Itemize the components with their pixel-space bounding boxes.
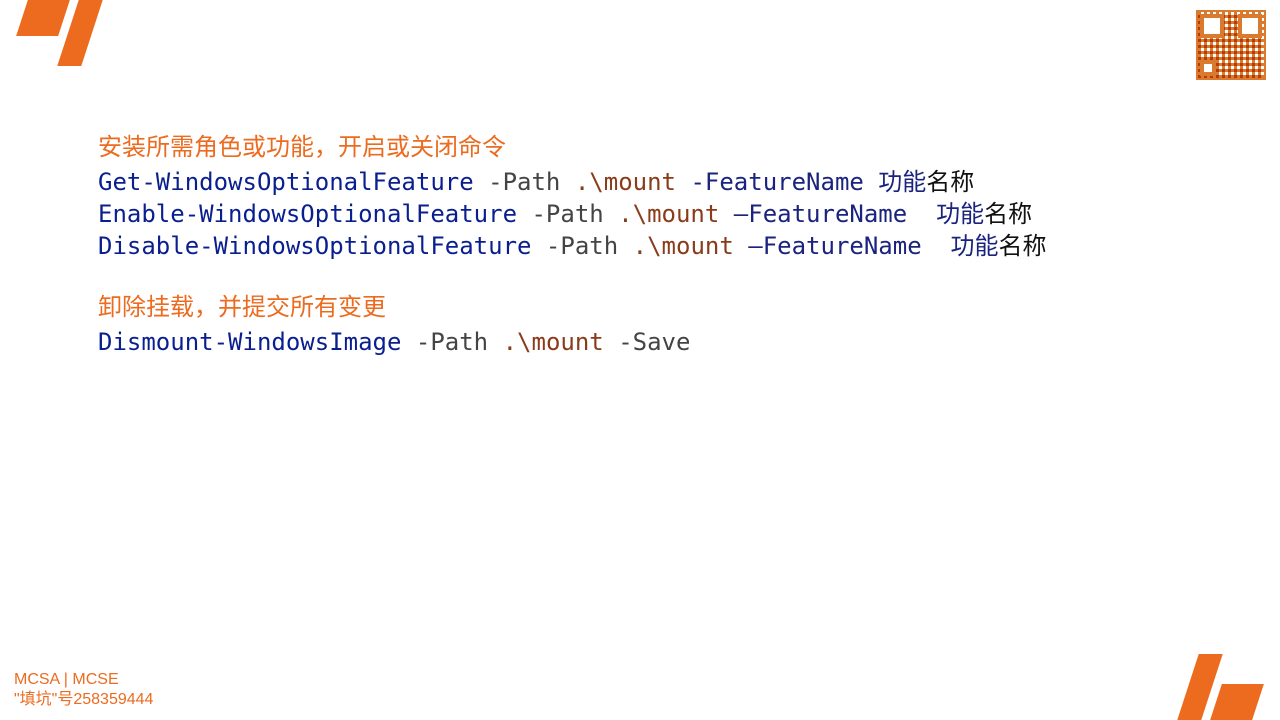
- code-line-disable: Disable-WindowsOptionalFeature -Path .\m…: [98, 230, 1047, 262]
- code-line-enable: Enable-WindowsOptionalFeature -Path .\mo…: [98, 198, 1047, 230]
- section2-heading: 卸除挂载，并提交所有变更: [98, 292, 1047, 324]
- qr-code-icon: [1196, 10, 1266, 80]
- code-line-get: Get-WindowsOptionalFeature -Path .\mount…: [98, 166, 1047, 198]
- footer-line1: MCSA | MCSE: [14, 670, 153, 690]
- footer: MCSA | MCSE "填坑"号258359444: [14, 670, 153, 710]
- footer-line2: "填坑"号258359444: [14, 690, 153, 710]
- slide-content: 安装所需角色或功能，开启或关闭命令 Get-WindowsOptionalFea…: [98, 132, 1047, 358]
- code-line-dismount: Dismount-WindowsImage -Path .\mount -Sav…: [98, 326, 1047, 358]
- section1-heading: 安装所需角色或功能，开启或关闭命令: [98, 132, 1047, 164]
